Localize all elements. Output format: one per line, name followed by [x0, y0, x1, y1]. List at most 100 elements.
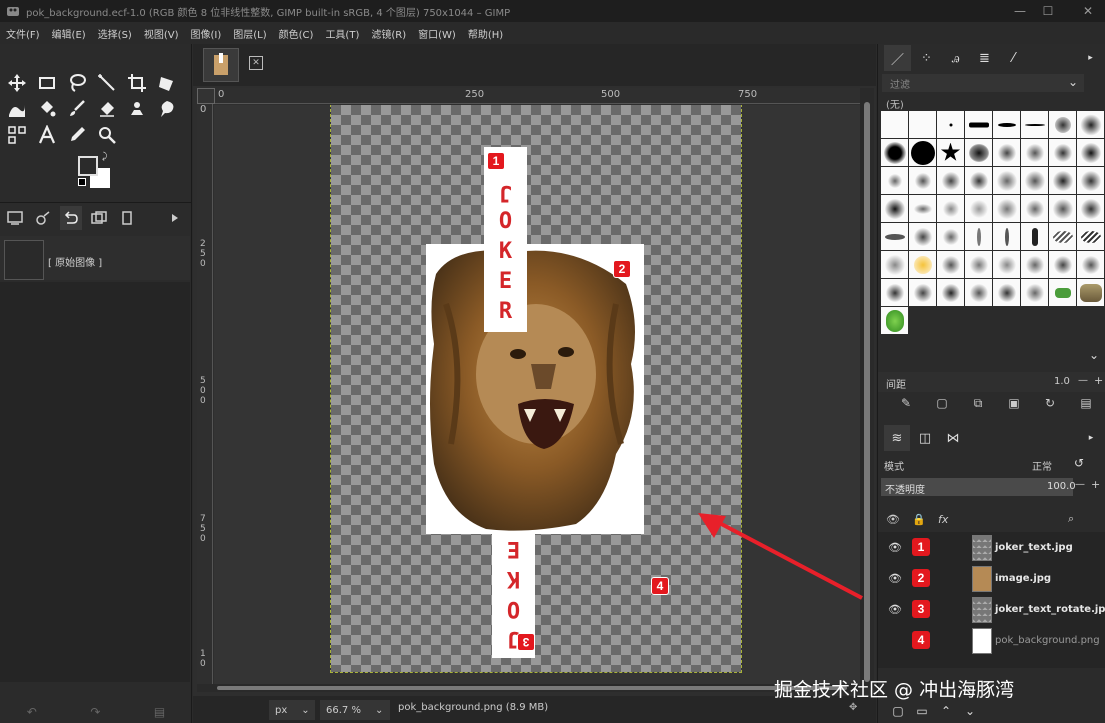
menu-tools[interactable]: 工具(T) — [325, 26, 359, 41]
patterns-tab-icon[interactable]: ⁘ — [913, 45, 940, 71]
brush-item[interactable] — [1021, 251, 1048, 278]
new-brush-icon[interactable]: ▢ — [924, 396, 960, 418]
brush-item[interactable] — [1077, 167, 1104, 194]
brush-item[interactable] — [1021, 111, 1048, 138]
brush-item[interactable] — [937, 167, 964, 194]
menu-select[interactable]: 选择(S) — [98, 26, 132, 41]
warp-tool-icon[interactable] — [4, 96, 30, 122]
redo-icon[interactable]: ↷ — [90, 705, 100, 719]
lock-icon[interactable]: 🔒 — [912, 513, 938, 526]
configure-tab-icon[interactable]: ▸ — [1078, 425, 1104, 451]
bucket-fill-tool-icon[interactable] — [34, 96, 60, 122]
new-layer-icon[interactable]: ▢ — [886, 704, 910, 718]
brush-item[interactable] — [1077, 279, 1104, 306]
color-picker-tool-icon[interactable] — [64, 122, 90, 148]
brush-item[interactable] — [1077, 223, 1104, 250]
brush-item[interactable] — [937, 195, 964, 222]
mode-reset-icon[interactable]: ↺ — [1074, 456, 1084, 470]
configure-tab-icon[interactable]: ▸ — [1077, 45, 1104, 71]
eye-icon[interactable]: 👁 — [886, 513, 912, 526]
image-tab-thumbnail[interactable] — [203, 48, 239, 82]
brush-item[interactable] — [1077, 251, 1104, 278]
brush-item[interactable] — [1049, 223, 1076, 250]
brush-item[interactable] — [881, 139, 908, 166]
plus-icon[interactable]: + — [1091, 478, 1100, 491]
brush-item[interactable] — [965, 139, 992, 166]
brush-item[interactable] — [965, 251, 992, 278]
brush-item[interactable] — [965, 195, 992, 222]
vertical-scrollbar[interactable] — [860, 88, 874, 688]
brush-item[interactable] — [965, 167, 992, 194]
edit-brush-icon[interactable]: ✎ — [888, 396, 924, 418]
paths-tool-icon[interactable] — [4, 122, 30, 148]
brush-item[interactable] — [937, 223, 964, 250]
brush-item[interactable] — [937, 279, 964, 306]
canvas-viewport[interactable]: J O K E R J O K E 1 2 3 4 — [214, 105, 860, 689]
default-colors-icon[interactable] — [78, 178, 86, 186]
brush-item[interactable] — [1021, 139, 1048, 166]
visibility-eye-icon[interactable]: 👁 — [888, 603, 902, 616]
clone-tool-icon[interactable] — [124, 96, 150, 122]
spacing-slider[interactable]: 间距 1.0 — + — [878, 372, 1105, 392]
brush-item[interactable] — [993, 195, 1020, 222]
brush-item[interactable] — [881, 167, 908, 194]
foreground-color[interactable] — [78, 156, 98, 176]
clear-history-icon[interactable]: ▤ — [154, 705, 165, 719]
refresh-brushes-icon[interactable]: ↻ — [1032, 396, 1068, 418]
brush-item[interactable] — [1049, 251, 1076, 278]
images-tab-icon[interactable] — [88, 206, 110, 230]
zoom-tool-icon[interactable] — [94, 122, 120, 148]
menu-help[interactable]: 帮助(H) — [468, 26, 503, 41]
horizontal-ruler[interactable]: 0 250 500 750 — [215, 88, 860, 104]
visibility-eye-icon[interactable]: 👁 — [888, 541, 902, 554]
layer-row[interactable]: 👁 3 joker_text_rotate.jpg — [878, 594, 1105, 625]
open-as-image-icon[interactable]: ▤ — [1068, 396, 1104, 418]
brush-item[interactable] — [1049, 279, 1076, 306]
close-image-icon[interactable]: ✕ — [249, 56, 263, 70]
maximize-button[interactable]: ☐ — [1034, 0, 1062, 22]
close-button[interactable]: ✕ — [1074, 0, 1102, 22]
crop-tool-icon[interactable] — [124, 70, 150, 96]
device-status-tab-icon[interactable] — [32, 206, 54, 230]
move-tool-icon[interactable] — [4, 70, 30, 96]
horizontal-scrollbar[interactable] — [197, 684, 859, 692]
brush-item[interactable] — [881, 195, 908, 222]
menu-filters[interactable]: 滤镜(R) — [371, 26, 406, 41]
channels-tab-icon[interactable]: ◫ — [912, 425, 938, 451]
paint-dynamics-tab-icon[interactable]: ⁄ — [1000, 45, 1027, 71]
layer-row[interactable]: 👁 1 joker_text.jpg — [878, 532, 1105, 563]
menu-file[interactable]: 文件(F) — [6, 26, 40, 41]
brush-item[interactable] — [909, 195, 936, 222]
brush-filter-input[interactable]: 过滤 — [882, 74, 1084, 92]
menu-edit[interactable]: 编辑(E) — [52, 26, 86, 41]
tool-options-tab-icon[interactable] — [4, 206, 26, 230]
paths-tab-icon[interactable]: ⋈ — [940, 425, 966, 451]
layer-row[interactable]: 4 pok_background.png — [878, 625, 1105, 656]
brush-item[interactable] — [1049, 111, 1076, 138]
brush-item[interactable] — [1077, 111, 1104, 138]
brush-item[interactable] — [993, 279, 1020, 306]
minus-icon[interactable]: — — [1075, 479, 1085, 490]
brush-item[interactable] — [937, 111, 964, 138]
paintbrush-tool-icon[interactable] — [64, 96, 90, 122]
scroll-thumb[interactable] — [864, 102, 870, 682]
brush-item[interactable] — [993, 223, 1020, 250]
undo-icon[interactable]: ↶ — [27, 705, 37, 719]
rect-select-tool-icon[interactable] — [34, 70, 60, 96]
brush-item[interactable] — [965, 111, 992, 138]
brush-item[interactable] — [1077, 139, 1104, 166]
brush-item[interactable] — [1021, 167, 1048, 194]
layer-row[interactable]: 👁 2 image.jpg — [878, 563, 1105, 594]
visibility-eye-icon[interactable]: 👁 — [888, 572, 902, 585]
brush-item[interactable] — [909, 279, 936, 306]
new-layer-group-icon[interactable]: ▭ — [910, 704, 934, 718]
ruler-corner-button[interactable] — [197, 88, 215, 104]
brushes-tab-icon[interactable]: ／ — [884, 45, 911, 71]
fuzzy-select-tool-icon[interactable] — [94, 70, 120, 96]
plus-icon[interactable]: + — [1094, 374, 1103, 387]
layers-tab-icon[interactable]: ≋ — [884, 425, 910, 451]
fonts-tab-icon[interactable]: ꭿ — [942, 45, 969, 71]
undo-history-item[interactable]: [ 原始图像 ] — [0, 236, 190, 280]
brush-item[interactable] — [1021, 195, 1048, 222]
minus-icon[interactable]: — — [1078, 375, 1088, 386]
